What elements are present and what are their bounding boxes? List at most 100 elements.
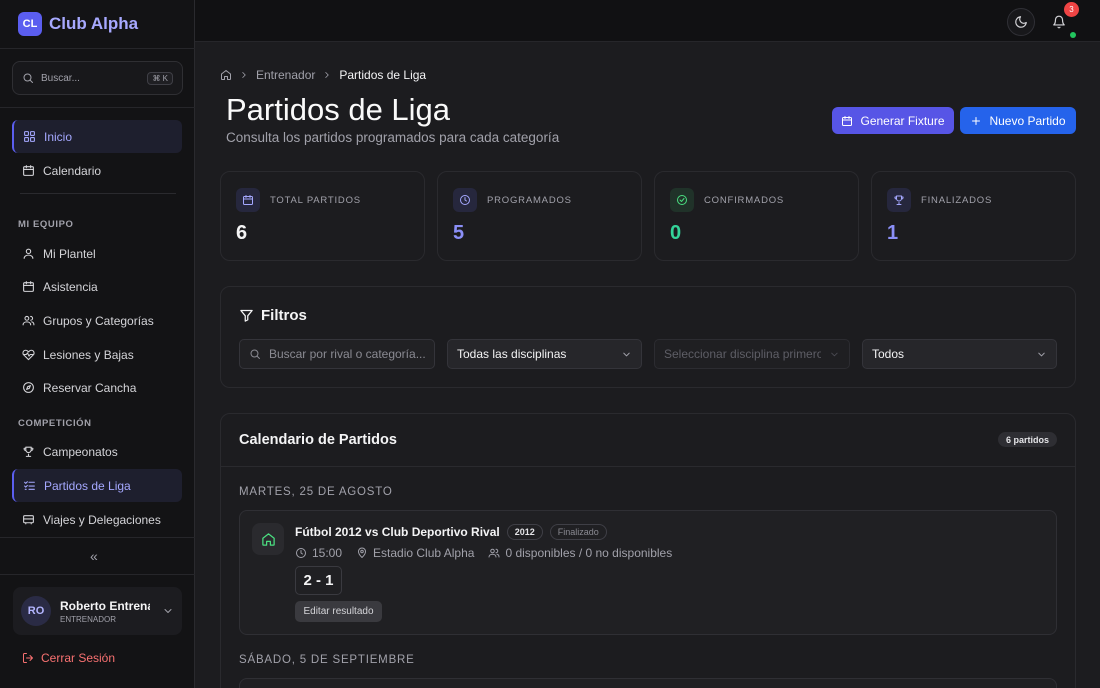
brand-name: Club Alpha bbox=[49, 14, 139, 33]
avatar: RO bbox=[21, 596, 51, 626]
grid-icon bbox=[24, 131, 35, 142]
sidebar-item-campeonatos[interactable]: Campeonatos bbox=[12, 435, 182, 468]
state-select-value: Todos bbox=[872, 347, 905, 361]
home-icon[interactable] bbox=[220, 69, 232, 81]
page-subtitle: Consulta los partidos programados para c… bbox=[226, 130, 560, 145]
online-status-dot bbox=[1070, 32, 1076, 38]
sidebar-item-inicio[interactable]: Inicio bbox=[12, 120, 182, 153]
match-title: Fútbol 2012 vs Club Deportivo Rival bbox=[295, 525, 500, 539]
moon-icon bbox=[1015, 16, 1027, 28]
sidebar-item-label: Viajes y Delegaciones bbox=[43, 512, 161, 527]
sidebar-item-partidos-de-liga[interactable]: Partidos de Liga bbox=[12, 469, 182, 502]
map-pin-icon bbox=[358, 547, 367, 558]
user-icon bbox=[23, 248, 34, 259]
sidebar-item-asistencia[interactable]: Asistencia bbox=[12, 270, 182, 303]
match-meta: 15:00 Estadio Club Alpha 0 disponibles /… bbox=[295, 546, 672, 560]
brand-logo: CL bbox=[18, 12, 42, 36]
match-card[interactable]: Fútbol 2012 vs Club Deportivo Rival 2012… bbox=[239, 510, 1057, 635]
sidebar-item-label: Lesiones y Bajas bbox=[43, 347, 134, 362]
logout-button[interactable]: Cerrar Sesión bbox=[22, 651, 115, 665]
sidebar-item-label: Campeonatos bbox=[43, 444, 118, 459]
users-icon bbox=[22, 315, 35, 326]
stat-label: FINALIZADOS bbox=[921, 195, 993, 206]
sidebar-item-label: Inicio bbox=[44, 129, 73, 144]
divider bbox=[221, 466, 1075, 467]
match-title-row: Fútbol 2012 vs Club Deportivo Rival 2012… bbox=[295, 524, 607, 540]
logout-label: Cerrar Sesión bbox=[41, 651, 116, 665]
filters-panel: Filtros Buscar por rival o categoría... … bbox=[220, 286, 1076, 388]
sidebar-item-label: Grupos y Categorías bbox=[43, 313, 154, 328]
heart-pulse-icon bbox=[22, 349, 35, 361]
sub-discipline-select[interactable]: Seleccionar disciplina primero bbox=[654, 339, 850, 369]
chevron-down-icon bbox=[164, 609, 172, 613]
stat-value: 6 bbox=[236, 222, 248, 244]
filters-title-label: Filtros bbox=[261, 307, 307, 324]
page-title: Partidos de Liga bbox=[226, 92, 451, 127]
sidebar-item-calendario[interactable]: Calendario bbox=[12, 154, 182, 187]
stat-card-total: TOTAL PARTIDOS 6 bbox=[220, 171, 425, 261]
stat-card-programados: PROGRAMADOS 5 bbox=[437, 171, 642, 261]
sidebar-item-viajes[interactable]: Viajes y Delegaciones bbox=[12, 503, 182, 536]
divider bbox=[0, 537, 195, 538]
brand[interactable]: CL Club Alpha bbox=[18, 12, 138, 36]
chevron-right-icon bbox=[325, 72, 330, 78]
sidebar-item-mi-plantel[interactable]: Mi Plantel bbox=[12, 237, 182, 270]
stat-value: 5 bbox=[453, 222, 465, 244]
match-score: 2 - 1 bbox=[295, 566, 342, 595]
stat-value: 1 bbox=[887, 222, 899, 244]
date-header: MARTES, 25 DE AGOSTO bbox=[239, 486, 393, 498]
match-calendar: Calendario de Partidos 6 partidos MARTES… bbox=[220, 413, 1076, 688]
bell-icon bbox=[1053, 15, 1065, 29]
theme-toggle-button[interactable] bbox=[1007, 8, 1035, 36]
breadcrumb-current: Partidos de Liga bbox=[339, 68, 427, 82]
calendar-icon bbox=[236, 188, 260, 212]
sidebar-item-label: Asistencia bbox=[43, 279, 98, 294]
new-match-button[interactable]: Nuevo Partido bbox=[960, 107, 1076, 134]
discipline-select[interactable]: Todas las disciplinas bbox=[447, 339, 642, 369]
trophy-icon bbox=[23, 446, 34, 457]
stat-label: TOTAL PARTIDOS bbox=[270, 195, 361, 206]
sidebar-item-grupos[interactable]: Grupos y Categorías bbox=[12, 304, 182, 337]
user-name: Roberto Entrenador bbox=[60, 598, 150, 613]
collapse-icon: « bbox=[90, 548, 98, 564]
compass-icon bbox=[23, 382, 34, 393]
list-check-icon bbox=[24, 481, 35, 490]
edit-result-button[interactable]: Editar resultado bbox=[295, 601, 382, 622]
match-time: 15:00 bbox=[312, 546, 343, 560]
state-select[interactable]: Todos bbox=[862, 339, 1057, 369]
user-menu[interactable]: RO Roberto Entrenador ENTRENADOR bbox=[13, 587, 182, 635]
sidebar-item-label: Reservar Cancha bbox=[43, 380, 137, 395]
trophy-icon bbox=[887, 188, 911, 212]
match-availability: 0 disponibles / 0 no disponibles bbox=[505, 546, 673, 560]
breadcrumb: Entrenador Partidos de Liga bbox=[220, 68, 426, 82]
discipline-select-value: Todas las disciplinas bbox=[457, 347, 567, 361]
chevron-down-icon bbox=[831, 352, 838, 356]
collapse-sidebar-button[interactable]: « bbox=[90, 548, 98, 566]
breadcrumb-entrenador[interactable]: Entrenador bbox=[256, 68, 315, 82]
divider bbox=[0, 48, 195, 49]
search-input[interactable]: Buscar... ⌘ K bbox=[12, 61, 183, 95]
generate-fixture-button[interactable]: Generar Fixture bbox=[832, 107, 954, 134]
section-mi-equipo: MI EQUIPO bbox=[18, 219, 74, 230]
divider bbox=[20, 193, 176, 194]
search-icon bbox=[250, 349, 260, 359]
topbar: 3 bbox=[195, 0, 1100, 42]
match-card[interactable] bbox=[239, 678, 1057, 688]
stat-card-confirmados: CONFIRMADOS 0 bbox=[654, 171, 859, 261]
search-placeholder: Buscar... bbox=[41, 72, 80, 84]
check-circle-icon bbox=[670, 188, 694, 212]
sub-discipline-select-value: Seleccionar disciplina primero bbox=[664, 347, 822, 361]
clock-icon bbox=[296, 548, 306, 558]
divider bbox=[0, 107, 195, 108]
search-icon bbox=[23, 73, 33, 83]
sidebar: CL Club Alpha Buscar... ⌘ K Inicio Calen… bbox=[0, 0, 195, 688]
sidebar-item-lesiones[interactable]: Lesiones y Bajas bbox=[12, 338, 182, 371]
status-badge: Finalizado bbox=[549, 524, 607, 540]
filter-search-input[interactable]: Buscar por rival o categoría... bbox=[239, 339, 435, 369]
divider bbox=[0, 574, 195, 575]
clock-icon bbox=[453, 188, 477, 212]
sidebar-item-reservar-cancha[interactable]: Reservar Cancha bbox=[12, 371, 182, 404]
logout-icon bbox=[23, 653, 33, 663]
stat-label: PROGRAMADOS bbox=[487, 195, 572, 206]
plus-icon bbox=[972, 116, 981, 125]
